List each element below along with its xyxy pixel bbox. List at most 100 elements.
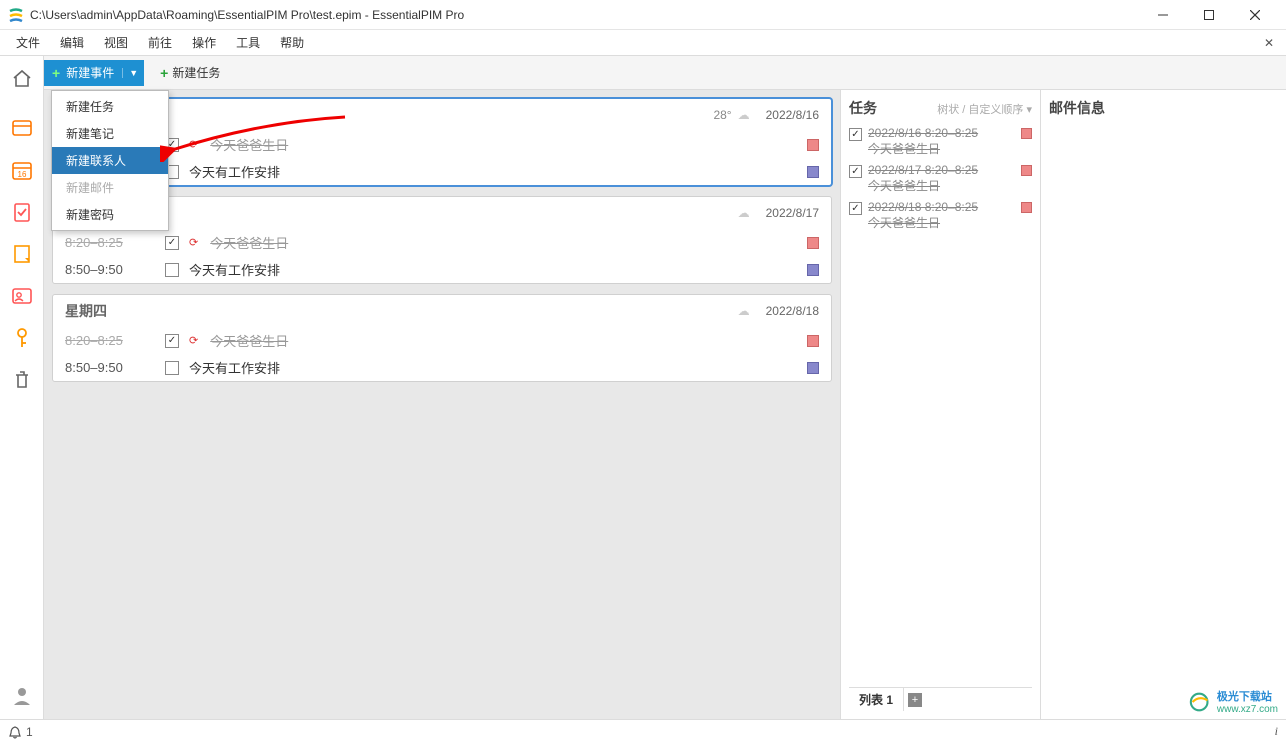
- menu-goto[interactable]: 前往: [138, 30, 182, 55]
- category-flag: [1021, 165, 1032, 176]
- weather-icon: ☁: [738, 108, 750, 122]
- maximize-button[interactable]: [1186, 0, 1232, 30]
- nav-user-icon[interactable]: [6, 679, 38, 711]
- nav-home-icon[interactable]: [6, 62, 38, 94]
- nav-trash-icon[interactable]: [6, 364, 38, 396]
- workspace: 今天28°☁2022/8/168:20–8:25⟳今天爸爸生日8:50–9:50…: [0, 90, 1286, 719]
- task-checkbox[interactable]: [849, 202, 862, 215]
- task-item[interactable]: 2022/8/17 8:20–8:25今天爸爸生日: [849, 163, 1032, 194]
- task-text: 2022/8/16 8:20–8:25今天爸爸生日: [868, 126, 1015, 157]
- menu-tools[interactable]: 工具: [226, 30, 270, 55]
- nav-tasks-icon[interactable]: [6, 196, 38, 228]
- event-time: 8:50–9:50: [65, 360, 155, 375]
- day-name: 星期四: [65, 301, 107, 321]
- tasks-panel-title: 任务: [849, 98, 877, 118]
- event-row[interactable]: 8:50–9:50今天有工作安排: [53, 158, 831, 185]
- menu-help[interactable]: 帮助: [270, 30, 314, 55]
- day-meta: ☁2022/8/17: [738, 206, 819, 220]
- dropdown-item[interactable]: 新建笔记: [52, 120, 168, 147]
- menu-action[interactable]: 操作: [182, 30, 226, 55]
- day-header: 今天28°☁2022/8/16: [53, 99, 831, 131]
- nav-today-icon[interactable]: [6, 112, 38, 144]
- event-row[interactable]: 8:20–8:25 ⟳ 今天爸爸生日: [53, 229, 831, 256]
- dropdown-item[interactable]: 新建任务: [52, 93, 168, 120]
- day-meta: ☁ 2022/8/18: [738, 304, 819, 318]
- task-checkbox[interactable]: [849, 165, 862, 178]
- event-row[interactable]: 8:50–9:50今天有工作安排: [53, 354, 831, 381]
- event-text: 今天有工作安排: [189, 260, 280, 279]
- day-header: 星期三☁2022/8/17: [53, 197, 831, 229]
- tasks-panel-header: 任务 树状 / 自定义顺序 ▾: [849, 98, 1032, 118]
- tasks-tab-bar: 列表 1 +: [849, 687, 1032, 711]
- temperature: 28°: [713, 108, 731, 122]
- plus-icon: +: [52, 65, 60, 81]
- category-flag: [807, 166, 819, 178]
- watermark-logo-icon: [1187, 692, 1213, 712]
- category-flag: [807, 264, 819, 276]
- event-text: 今天爸爸生日: [210, 135, 288, 154]
- dropdown-item: 新建邮件: [52, 174, 168, 201]
- event-checkbox[interactable]: [165, 236, 179, 250]
- event-row[interactable]: 8:20–8:25⟳今天爸爸生日: [53, 131, 831, 158]
- tasks-panel: 任务 树状 / 自定义顺序 ▾ 2022/8/16 8:20–8:25今天爸爸生…: [840, 90, 1040, 719]
- new-task-button[interactable]: + 新建任务: [154, 60, 226, 85]
- category-flag: [807, 362, 819, 374]
- tasks-tab[interactable]: 列表 1: [849, 688, 904, 711]
- tasks-add-tab-icon[interactable]: +: [908, 693, 922, 707]
- nav-sidebar: 16: [0, 56, 44, 719]
- day-card[interactable]: 今天28°☁2022/8/168:20–8:25⟳今天爸爸生日8:50–9:50…: [52, 98, 832, 186]
- weather-icon: ☁: [738, 304, 750, 318]
- minimize-button[interactable]: [1140, 0, 1186, 30]
- nav-contacts-icon[interactable]: [6, 280, 38, 312]
- dropdown-item[interactable]: 新建密码: [52, 201, 168, 228]
- task-item[interactable]: 2022/8/16 8:20–8:25今天爸爸生日: [849, 126, 1032, 157]
- event-text: 今天爸爸生日: [210, 233, 288, 252]
- new-task-label: 新建任务: [172, 64, 220, 81]
- tasks-panel-subtitle[interactable]: 树状 / 自定义顺序 ▾: [937, 101, 1032, 117]
- event-text: 今天爸爸生日: [210, 331, 288, 350]
- reminder-count: 1: [26, 725, 33, 739]
- day-header: 星期四 ☁ 2022/8/18: [53, 295, 831, 327]
- dropdown-item[interactable]: 新建联系人: [52, 147, 168, 174]
- event-checkbox[interactable]: [165, 361, 179, 375]
- watermark-brand: 极光下载站: [1217, 688, 1278, 704]
- event-time: 8:20–8:25: [65, 235, 155, 250]
- recurring-icon: ⟳: [189, 334, 198, 347]
- category-flag: [807, 237, 819, 249]
- plus-icon: +: [160, 65, 168, 81]
- task-item[interactable]: 2022/8/18 8:20–8:25今天爸爸生日: [849, 200, 1032, 231]
- menubar-close-icon[interactable]: ✕: [1258, 34, 1280, 52]
- window-controls: [1140, 0, 1278, 30]
- menu-file[interactable]: 文件: [6, 30, 50, 55]
- event-checkbox[interactable]: [165, 334, 179, 348]
- day-card[interactable]: 星期四 ☁ 2022/8/18 8:20–8:25 ⟳ 今天爸爸生日 8:50–9:50今天…: [52, 294, 832, 382]
- task-checkbox[interactable]: [849, 128, 862, 141]
- task-text: 2022/8/17 8:20–8:25今天爸爸生日: [868, 163, 1015, 194]
- nav-calendar-icon[interactable]: 16: [6, 154, 38, 186]
- menu-edit[interactable]: 编辑: [50, 30, 94, 55]
- menu-view[interactable]: 视图: [94, 30, 138, 55]
- bell-icon[interactable]: [8, 725, 22, 739]
- chevron-down-icon[interactable]: ▼: [122, 68, 138, 78]
- event-time: 8:20–8:25: [65, 333, 155, 348]
- recurring-icon: ⟳: [189, 138, 198, 151]
- day-date: 2022/8/16: [766, 108, 819, 122]
- event-row[interactable]: 8:20–8:25 ⟳ 今天爸爸生日: [53, 327, 831, 354]
- day-card[interactable]: 星期三☁2022/8/17 8:20–8:25 ⟳ 今天爸爸生日 8:50–9:50今天…: [52, 196, 832, 284]
- category-flag: [807, 335, 819, 347]
- menu-bar: 文件 编辑 视图 前往 操作 工具 帮助 ✕: [0, 30, 1286, 56]
- svg-text:16: 16: [17, 170, 26, 179]
- close-button[interactable]: [1232, 0, 1278, 30]
- day-date: 2022/8/18: [766, 304, 819, 318]
- category-flag: [1021, 202, 1032, 213]
- mail-panel-title: 邮件信息: [1049, 98, 1278, 118]
- nav-passwords-icon[interactable]: [6, 322, 38, 354]
- new-event-label: 新建事件: [66, 64, 114, 81]
- event-row[interactable]: 8:50–9:50今天有工作安排: [53, 256, 831, 283]
- nav-notes-icon[interactable]: [6, 238, 38, 270]
- title-bar: C:\Users\admin\AppData\Roaming\Essential…: [0, 0, 1286, 30]
- recurring-icon: ⟳: [189, 236, 198, 249]
- new-event-button[interactable]: + 新建事件 ▼: [44, 60, 144, 86]
- day-meta: 28° ☁ 2022/8/16: [713, 108, 819, 122]
- event-checkbox[interactable]: [165, 263, 179, 277]
